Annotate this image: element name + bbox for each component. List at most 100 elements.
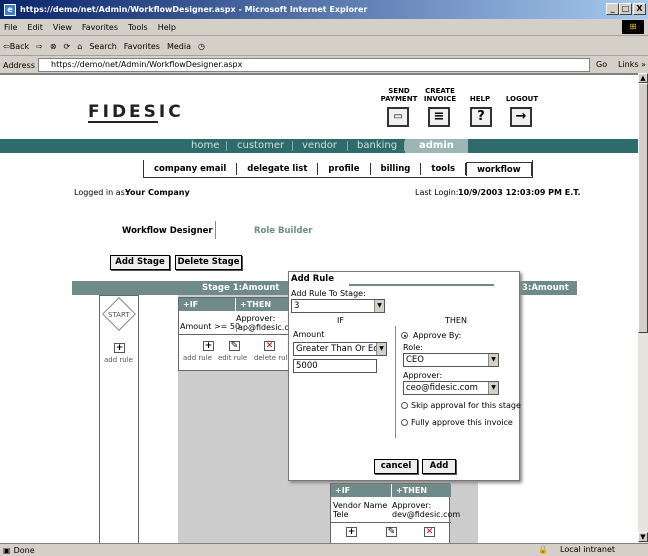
delete-rule-icon[interactable]: ✕	[424, 527, 435, 537]
menu-edit[interactable]: Edit	[27, 23, 43, 32]
subnav-profile[interactable]: profile	[318, 162, 371, 175]
forward-button[interactable]: ⇨	[36, 42, 43, 51]
add-rule-icon[interactable]: +	[114, 343, 125, 353]
subnav-workflow[interactable]: workflow	[466, 161, 532, 176]
subnav-tools[interactable]: tools	[421, 162, 467, 175]
maximize-button[interactable]: □	[619, 3, 632, 15]
skip-approval-label: Skip approval for this stage	[411, 401, 521, 410]
toolbar: ⇦Back ⇨ ⊗ ⟳ ⌂ Search Favorites Media ◷	[0, 37, 648, 56]
send-payment-label: SEND PAYMENT	[380, 87, 418, 103]
subnav-delegate-list[interactable]: delegate list	[237, 162, 319, 175]
nav-vendor[interactable]: vendor	[302, 139, 337, 153]
minimize-button[interactable]: _	[606, 3, 619, 15]
rule-then-label: THEN	[246, 300, 272, 309]
help-icon[interactable]: ?	[470, 107, 492, 127]
nav-banking[interactable]: banking	[357, 139, 397, 153]
links-button[interactable]: Links »	[618, 60, 646, 69]
logo-underline	[88, 121, 158, 129]
rule-if-label: IF	[341, 486, 351, 495]
nav-separator	[226, 141, 227, 151]
page-viewport: FIDESIC SEND PAYMENT ▭ CREATE INVOICE ≡ …	[0, 73, 638, 543]
menu-view[interactable]: View	[53, 23, 72, 32]
subnav-billing[interactable]: billing	[371, 162, 422, 175]
approver-select-value: ceo@fidesic.com	[406, 383, 478, 393]
dialog-title: Add Rule	[291, 274, 334, 284]
add-rule-link[interactable]: add rule	[183, 354, 212, 362]
ie-icon: e	[4, 3, 16, 16]
vertical-scrollbar[interactable]: ▲ ▼	[638, 73, 648, 543]
refresh-icon[interactable]: ⟳	[64, 42, 71, 51]
rule-divider	[179, 334, 291, 335]
page-icon: ▣	[3, 545, 11, 555]
nav-admin[interactable]: admin	[405, 139, 468, 153]
logged-in-label: Logged in as:	[74, 188, 128, 197]
fully-approve-radio[interactable]	[401, 419, 408, 426]
rule-approver-label: Approver:	[236, 314, 276, 323]
subnav-company-email[interactable]: company email	[144, 162, 238, 175]
approve-by-radio[interactable]	[401, 332, 408, 339]
approve-by-label: Approve By:	[413, 331, 462, 340]
chevron-down-icon: ▼	[488, 354, 498, 366]
fidesic-logo[interactable]: FIDESIC	[88, 102, 184, 122]
approver-select[interactable]: ceo@fidesic.com ▼	[403, 381, 499, 395]
rule-card: +IF +THEN Amount >= 50 Approver: ap@fide…	[178, 297, 301, 371]
add-rule-icon[interactable]: +	[203, 341, 214, 351]
nav-customer[interactable]: customer	[237, 139, 284, 153]
favorites-button[interactable]: Favorites	[124, 42, 160, 51]
menu-help[interactable]: Help	[158, 23, 176, 32]
skip-approval-radio[interactable]	[401, 402, 408, 409]
add-rule-link[interactable]: add rule	[104, 356, 133, 364]
stage-select[interactable]: 3 ▼	[291, 299, 385, 313]
logout-icon[interactable]: →	[510, 107, 532, 127]
menu-file[interactable]: File	[4, 23, 17, 32]
rule-approver-label: Approver:	[392, 501, 432, 510]
then-label: THEN	[445, 316, 467, 325]
address-input[interactable]: https://demo/net/Admin/WorkflowDesigner.…	[38, 58, 590, 72]
edit-rule-icon[interactable]: ✎	[229, 341, 240, 351]
edit-rule-link[interactable]: edit rule	[218, 354, 247, 362]
scroll-down-icon[interactable]: ▼	[638, 532, 648, 542]
add-stage-button[interactable]: Add Stage	[110, 255, 170, 270]
add-rule-icon[interactable]: +	[346, 527, 357, 537]
close-button[interactable]: X	[633, 3, 646, 15]
search-button[interactable]: Search	[89, 42, 116, 51]
rule-then-header: +THEN	[235, 298, 291, 311]
operator-select[interactable]: Greater Than Or Equa ▼	[293, 342, 387, 356]
add-rule-dialog: Add Rule Add Rule To Stage: 3 ▼ IF THEN A…	[288, 271, 521, 481]
delete-stage-button[interactable]: Delete Stage	[175, 255, 242, 270]
tab-divider	[215, 221, 216, 239]
chevron-down-icon: ▼	[488, 382, 498, 394]
create-invoice-icon[interactable]: ≡	[428, 107, 450, 127]
delete-rule-icon[interactable]: ✕	[264, 341, 275, 351]
go-button[interactable]: Go	[596, 60, 607, 69]
nav-separator	[347, 141, 348, 151]
send-payment-icon[interactable]: ▭	[387, 107, 409, 127]
tab-role-builder[interactable]: Role Builder	[254, 226, 312, 236]
scroll-up-icon[interactable]: ▲	[638, 73, 648, 83]
home-icon[interactable]: ⌂	[77, 42, 82, 51]
add-button[interactable]: Add	[422, 459, 456, 474]
nav-home[interactable]: home	[191, 139, 219, 153]
rule-if-label: IF	[189, 300, 199, 309]
cancel-button[interactable]: cancel	[374, 459, 418, 474]
edit-rule-icon[interactable]: ✎	[386, 527, 397, 537]
fully-approve-label: Fully approve this invoice	[411, 418, 513, 427]
stop-icon[interactable]: ⊗	[50, 42, 57, 51]
stage-title-3: 3:Amount	[522, 283, 569, 293]
create-invoice-label: CREATE INVOICE	[423, 87, 457, 103]
amount-input[interactable]: 5000	[293, 359, 377, 373]
nav-separator	[292, 141, 293, 151]
rule-condition: Amount >= 50	[180, 322, 241, 331]
role-select-value: CEO	[406, 355, 424, 365]
operator-select-value: Greater Than Or Equa	[296, 344, 387, 354]
tab-workflow-designer[interactable]: Workflow Designer	[122, 226, 213, 236]
role-select[interactable]: CEO ▼	[403, 353, 499, 367]
chevron-down-icon: ▼	[374, 300, 384, 312]
history-icon[interactable]: ◷	[198, 42, 205, 51]
delete-rule-link[interactable]: delete rule	[254, 354, 292, 362]
menu-favorites[interactable]: Favorites	[82, 23, 118, 32]
scroll-thumb[interactable]	[638, 83, 648, 333]
back-button[interactable]: ⇦Back	[3, 42, 29, 51]
media-button[interactable]: Media	[167, 42, 191, 51]
menu-tools[interactable]: Tools	[128, 23, 148, 32]
